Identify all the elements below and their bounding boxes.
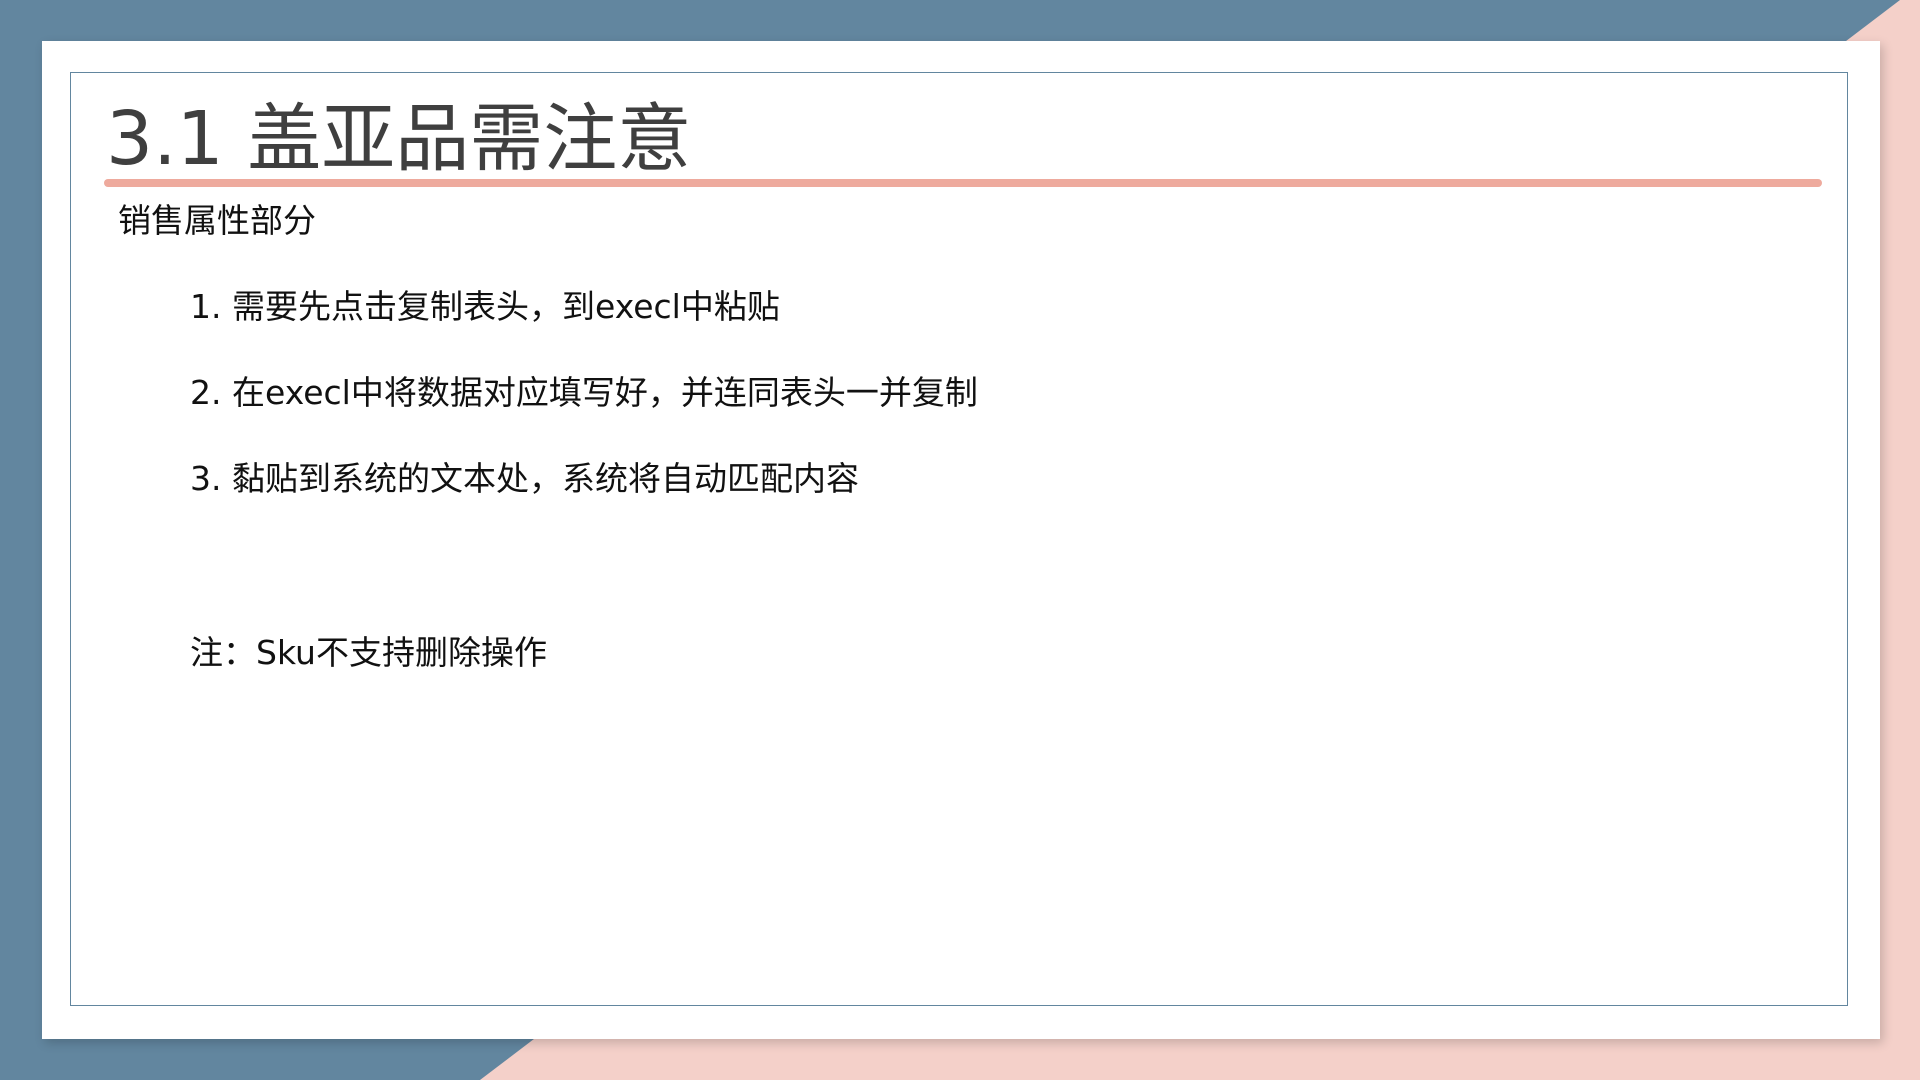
note-text: 注：Sku不支持删除操作 bbox=[190, 633, 547, 672]
step-item: 1. 需要先点击复制表头，到execl中粘贴 bbox=[190, 287, 780, 326]
slide-title: 3.1 盖亚品需注意 bbox=[106, 96, 692, 182]
section-label: 销售属性部分 bbox=[118, 201, 316, 240]
steps-list: 1. 需要先点击复制表头，到execl中粘贴 2. 在execl中将数据对应填写… bbox=[190, 286, 978, 544]
step-item: 2. 在execl中将数据对应填写好，并连同表头一并复制 bbox=[190, 373, 978, 412]
title-underline bbox=[104, 179, 1822, 187]
slide: 3.1 盖亚品需注意 销售属性部分 1. 需要先点击复制表头，到execl中粘贴… bbox=[0, 0, 1920, 1080]
step-item: 3. 黏贴到系统的文本处，系统将自动匹配内容 bbox=[190, 459, 859, 498]
